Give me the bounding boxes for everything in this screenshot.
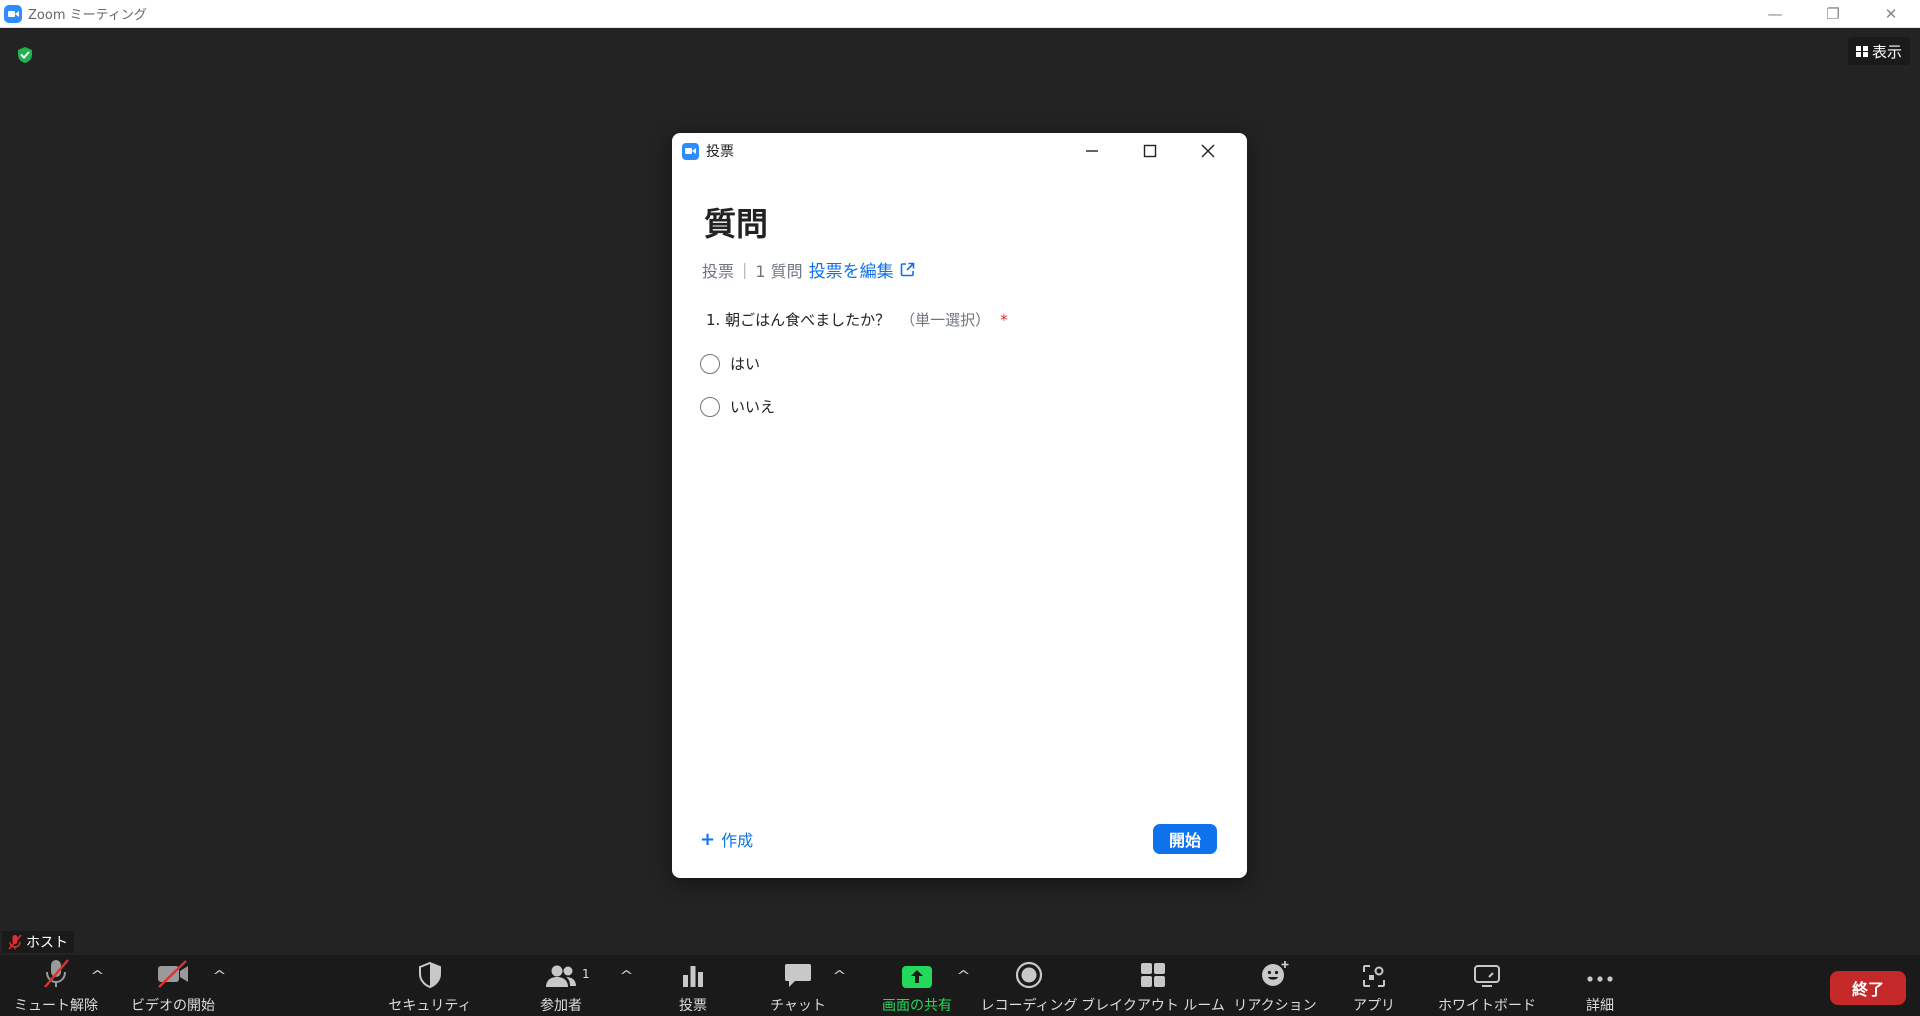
- end-meeting-button[interactable]: 終了: [1830, 971, 1906, 1005]
- dialog-close-button[interactable]: [1179, 133, 1237, 169]
- breakout-rooms-button[interactable]: ブレイクアウト ルーム: [1081, 955, 1225, 1016]
- bar-chart-icon: [683, 966, 703, 987]
- poll-dialog: 投票 質問 投票 | 1 質問 投票を編集 1. 朝ごはん食べましたか？ （単一選: [672, 133, 1247, 878]
- minimize-icon: [1086, 150, 1098, 152]
- poll-dialog-title: 投票: [706, 144, 734, 160]
- create-label: 作成: [721, 831, 754, 850]
- plus-icon: +: [700, 828, 716, 850]
- participants-label: 参加者: [540, 998, 582, 1014]
- meeting-toolbar: ミュート解除 ^ ビデオの開始 ^ セキュリティ 参加者 1 ^ 投票 チャット…: [0, 955, 1920, 1016]
- required-mark: *: [1000, 311, 1008, 329]
- shield-icon: [419, 961, 441, 989]
- unmute-button[interactable]: ミュート解除: [14, 955, 98, 1016]
- edit-poll-label: 投票を編集: [808, 262, 894, 282]
- more-label: 詳細: [1586, 998, 1614, 1014]
- security-button[interactable]: セキュリティ: [388, 955, 472, 1016]
- app-title: Zoom ミーティング: [28, 8, 147, 23]
- smiley-add-icon: [1262, 961, 1289, 986]
- participants-button[interactable]: 参加者: [528, 955, 594, 1016]
- participants-icon: [546, 965, 576, 987]
- poll-meta-separator: |: [742, 260, 748, 279]
- video-off-icon: [158, 960, 188, 988]
- mic-muted-icon: [8, 934, 22, 950]
- share-screen-button[interactable]: 画面の共有: [876, 955, 958, 1016]
- close-icon: [1201, 144, 1215, 158]
- chat-label: チャット: [770, 998, 826, 1014]
- radio-button[interactable]: [700, 353, 720, 374]
- unmute-label: ミュート解除: [14, 998, 98, 1014]
- participants-options-caret[interactable]: ^: [619, 969, 633, 984]
- poll-option[interactable]: いいえ: [700, 396, 775, 417]
- dialog-minimize-button[interactable]: [1063, 133, 1121, 169]
- question-type: （単一選択）: [900, 311, 991, 329]
- audio-options-caret[interactable]: ^: [90, 969, 104, 984]
- restore-button[interactable]: ❐: [1804, 0, 1862, 28]
- zoom-app-icon: [4, 4, 22, 23]
- poll-meta-count: 1 質問: [755, 261, 803, 281]
- close-window-button[interactable]: ✕: [1862, 0, 1920, 28]
- option-label: はい: [730, 355, 761, 373]
- poll-dialog-controls: [1063, 133, 1237, 169]
- whiteboard-button[interactable]: ホワイトボード: [1438, 955, 1536, 1016]
- apps-button[interactable]: アプリ: [1353, 955, 1395, 1016]
- host-name-label: ホスト: [2, 931, 74, 953]
- security-label: セキュリティ: [388, 998, 472, 1014]
- share-screen-icon: [902, 966, 932, 988]
- chat-bubble-icon: [785, 964, 811, 987]
- mic-muted-icon: [44, 959, 69, 988]
- video-options-caret[interactable]: ^: [212, 969, 226, 984]
- zoom-app-icon: [682, 142, 699, 160]
- window-controls: — ❐ ✕: [1746, 0, 1920, 28]
- whiteboard-icon: [1474, 965, 1500, 987]
- polls-label: 投票: [679, 998, 707, 1014]
- share-screen-label: 画面の共有: [882, 998, 952, 1014]
- chat-options-caret[interactable]: ^: [832, 969, 846, 984]
- apps-icon: [1363, 965, 1385, 987]
- view-button[interactable]: 表示: [1847, 37, 1910, 65]
- whiteboard-label: ホワイトボード: [1438, 998, 1536, 1014]
- poll-meta: 投票 | 1 質問 投票を編集: [702, 257, 915, 282]
- grid-icon: [1855, 45, 1868, 57]
- create-poll-button[interactable]: + 作成: [700, 827, 753, 851]
- app-titlebar: Zoom ミーティング — ❐ ✕: [0, 0, 1920, 28]
- radio-button[interactable]: [700, 396, 720, 417]
- polls-button[interactable]: 投票: [670, 955, 716, 1016]
- edit-poll-link[interactable]: 投票を編集: [809, 257, 915, 282]
- breakout-rooms-label: ブレイクアウト ルーム: [1081, 998, 1225, 1014]
- apps-label: アプリ: [1353, 998, 1395, 1014]
- shield-check-icon[interactable]: [16, 46, 34, 64]
- start-poll-button[interactable]: 開始: [1153, 824, 1217, 854]
- poll-question: 1. 朝ごはん食べましたか？ （単一選択） *: [706, 309, 1008, 330]
- record-icon: [1015, 961, 1043, 989]
- record-button[interactable]: レコーディング: [980, 955, 1078, 1016]
- share-options-caret[interactable]: ^: [956, 969, 970, 984]
- option-label: いいえ: [730, 398, 776, 416]
- chat-button[interactable]: チャット: [770, 955, 826, 1016]
- participant-count-badge: 1: [582, 967, 590, 981]
- dialog-maximize-button[interactable]: [1121, 133, 1179, 169]
- poll-dialog-titlebar: 投票: [672, 133, 1247, 169]
- start-video-button[interactable]: ビデオの開始: [131, 955, 215, 1016]
- breakout-rooms-icon: [1141, 963, 1165, 987]
- poll-meta-type: 投票: [702, 261, 735, 281]
- poll-option[interactable]: はい: [700, 353, 760, 374]
- maximize-icon: [1143, 144, 1157, 158]
- start-video-label: ビデオの開始: [131, 998, 215, 1014]
- record-label: レコーディング: [980, 998, 1078, 1014]
- more-dots-icon: [1587, 976, 1613, 982]
- reactions-label: リアクション: [1233, 998, 1317, 1014]
- poll-heading: 質問: [704, 205, 769, 243]
- more-button[interactable]: 詳細: [1580, 955, 1620, 1016]
- question-text: 1. 朝ごはん食べましたか？: [706, 311, 891, 329]
- external-link-icon: [900, 262, 914, 277]
- reactions-button[interactable]: リアクション: [1233, 955, 1317, 1016]
- host-label-text: ホスト: [26, 935, 68, 951]
- minimize-button[interactable]: —: [1746, 0, 1804, 28]
- view-button-label: 表示: [1871, 42, 1902, 61]
